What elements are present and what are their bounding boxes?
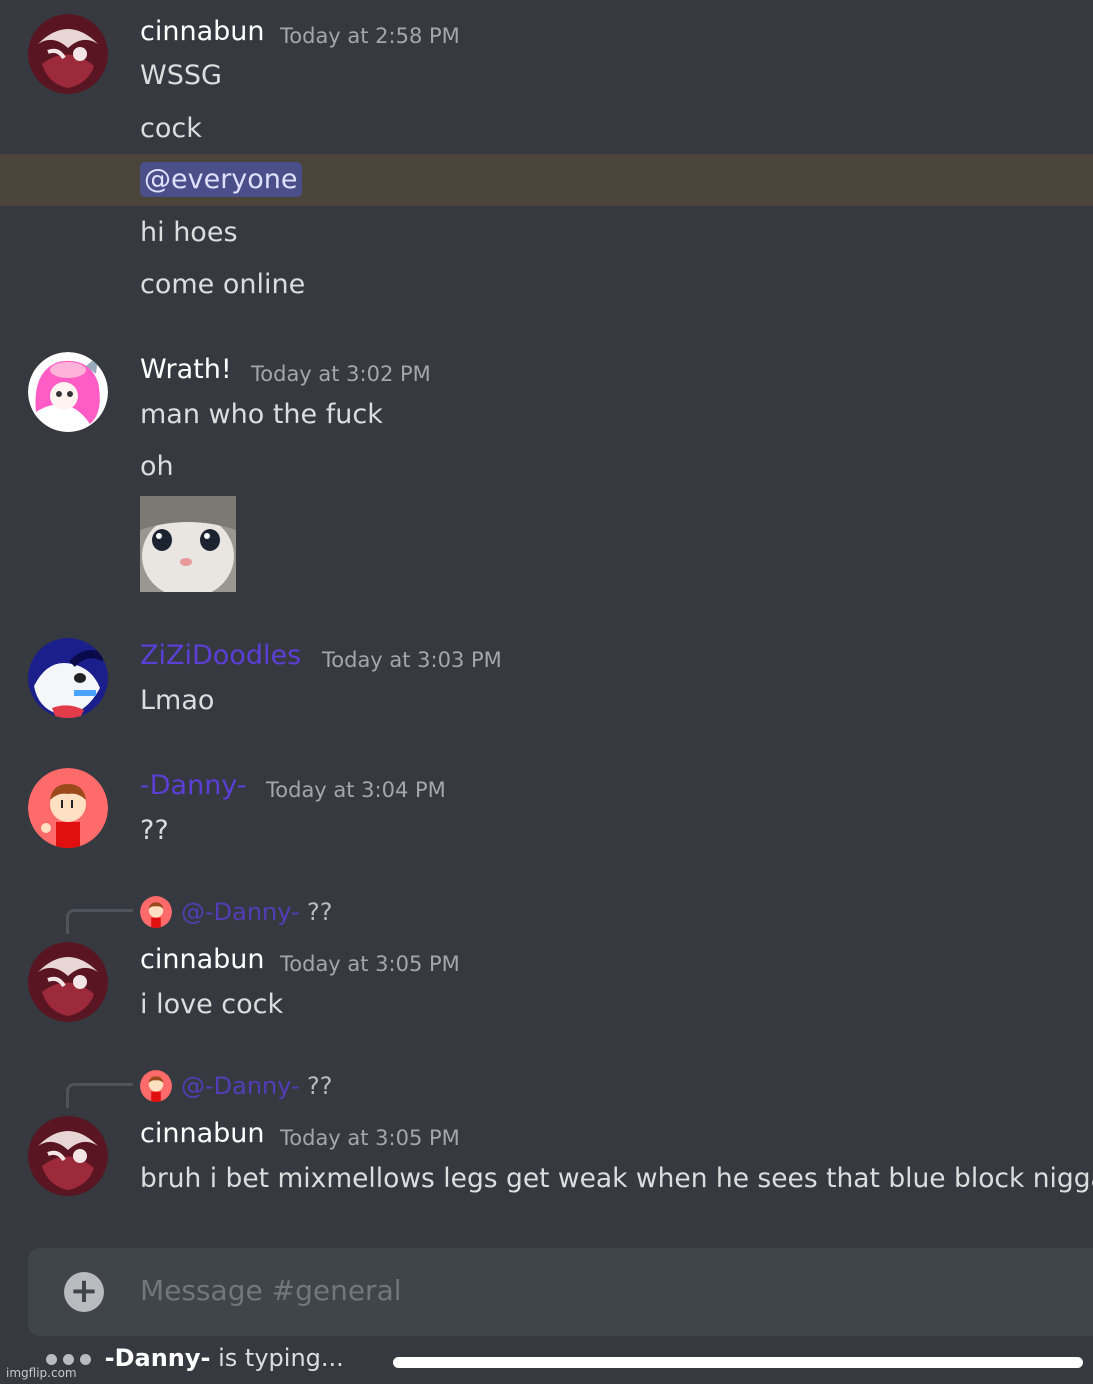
reply-mention[interactable]: @-Danny- — [181, 1072, 300, 1100]
avatar-danny[interactable] — [28, 768, 108, 848]
message-text: cock — [140, 113, 202, 144]
reply-connector — [66, 1083, 133, 1108]
reply-avatar-danny[interactable] — [140, 896, 172, 928]
username[interactable]: cinnabun — [140, 944, 264, 975]
message-text: ?? — [140, 815, 169, 846]
message-text: come online — [140, 269, 306, 300]
avatar-cinnabun[interactable] — [28, 942, 108, 1022]
username[interactable]: ZiZiDoodles — [140, 640, 301, 671]
typing-dot-icon — [80, 1353, 91, 1365]
username[interactable]: cinnabun — [140, 16, 264, 47]
everyone-mention[interactable]: @everyone — [140, 162, 302, 197]
reply-preview-text[interactable]: ?? — [307, 1072, 332, 1100]
reply-preview-text[interactable]: ?? — [307, 898, 332, 926]
message-text: oh — [140, 451, 174, 482]
timestamp: Today at 3:05 PM — [280, 952, 460, 976]
watermark: imgflip.com — [6, 1366, 77, 1380]
message-text: man who the fuck — [140, 399, 383, 430]
reply-connector — [66, 909, 133, 934]
message-text: hi hoes — [140, 217, 238, 248]
username[interactable]: -Danny- — [140, 770, 247, 801]
reply-mention[interactable]: @-Danny- — [181, 898, 300, 926]
message-composer[interactable]: + Message #general — [28, 1248, 1093, 1336]
plus-icon[interactable]: + — [64, 1272, 104, 1312]
timestamp: Today at 3:05 PM — [280, 1126, 460, 1150]
avatar-zizidoodles[interactable] — [28, 638, 108, 718]
timestamp: Today at 2:58 PM — [280, 24, 460, 48]
timestamp: Today at 3:02 PM — [251, 362, 431, 386]
message-text: @everyone — [140, 162, 302, 197]
username[interactable]: Wrath! — [140, 354, 232, 385]
kitten-image[interactable] — [140, 496, 236, 592]
message-text: Lmao — [140, 685, 215, 716]
message-text: i love cock — [140, 989, 284, 1020]
typing-indicator: -Danny- is typing... — [46, 1344, 344, 1372]
avatar-cinnabun[interactable] — [28, 14, 108, 94]
timestamp: Today at 3:04 PM — [266, 778, 446, 802]
message-text: WSSG — [140, 60, 222, 91]
typing-text: is typing... — [210, 1344, 344, 1372]
typing-user: -Danny- — [104, 1344, 211, 1372]
reply-avatar-danny[interactable] — [140, 1070, 172, 1102]
typing-dot-icon — [63, 1353, 74, 1365]
typing-dot-icon — [46, 1353, 57, 1365]
message-input-placeholder[interactable]: Message #general — [140, 1274, 402, 1307]
username[interactable]: cinnabun — [140, 1118, 264, 1149]
message-text: bruh i bet mixmellows legs get weak when… — [140, 1163, 1093, 1194]
avatar-wrath[interactable] — [28, 352, 108, 432]
home-indicator[interactable] — [393, 1357, 1083, 1368]
timestamp: Today at 3:03 PM — [322, 648, 502, 672]
avatar-cinnabun[interactable] — [28, 1116, 108, 1196]
